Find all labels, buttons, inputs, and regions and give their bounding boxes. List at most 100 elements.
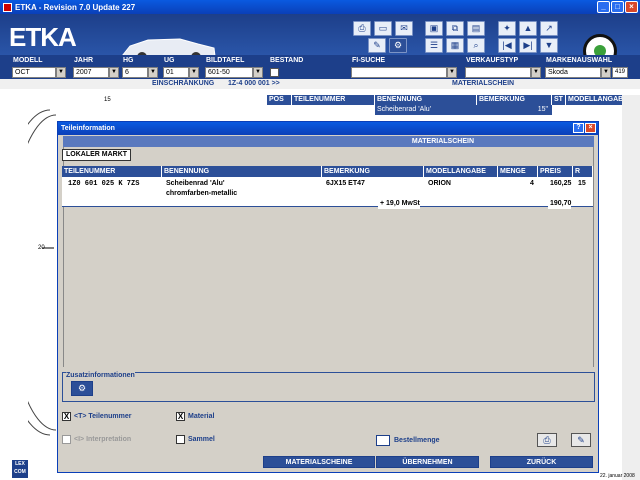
help-button[interactable]: ? [573, 123, 584, 133]
zusatz-label: Zusatzinformationen [66, 372, 135, 379]
modell-select[interactable]: OCT [12, 67, 56, 78]
side-panel [622, 95, 640, 480]
jahr-select[interactable]: 2007 [73, 67, 109, 78]
print-icon[interactable]: ⎙ [537, 433, 557, 447]
checkbox[interactable] [176, 435, 185, 444]
cell-r: 15 [576, 179, 586, 189]
cell-bemerkung: 6JX15 ET47 [324, 179, 365, 189]
maximize-button[interactable]: □ [611, 1, 624, 13]
bestand-label: BESTAND [270, 57, 304, 64]
print-icon[interactable]: ⎙ [353, 21, 371, 36]
chevron-down-icon[interactable]: ▼ [189, 67, 199, 78]
chevron-down-icon[interactable]: ▼ [253, 67, 263, 78]
hg-label: HG [123, 57, 134, 64]
jahr-label: JAHR [74, 57, 94, 64]
range-label[interactable]: 1Z-4 000 001 >> [228, 80, 280, 87]
diagram-label-top: 15 [104, 97, 111, 103]
arrow-up-right-icon[interactable]: ↗ [540, 21, 558, 36]
list-icon[interactable]: ☰ [425, 38, 443, 53]
pc-icon[interactable]: ▣ [425, 21, 443, 36]
verkaufstyp-select[interactable] [465, 67, 531, 78]
chevron-down-icon[interactable]: ▼ [56, 67, 66, 78]
col-modellangabe: MODELLANGABE [566, 95, 628, 105]
first-icon[interactable]: |◀ [498, 38, 516, 53]
col-bemerkung: BEMERKUNG [322, 166, 424, 177]
server-icon[interactable]: ▤ [467, 21, 485, 36]
search-icon[interactable]: ⌕ [467, 38, 485, 53]
interpretation-checkbox[interactable]: <I> Interpretation [62, 435, 131, 444]
material-checkbox[interactable]: X Material [176, 412, 214, 421]
ug-label: UG [164, 57, 175, 64]
last-icon[interactable]: ▶| [519, 38, 537, 53]
dialog-title: Teileinformation ? × [58, 122, 598, 135]
cell-teilenummer: 1Z0 601 025 K 7ZS [66, 179, 140, 189]
bildtafel-select[interactable]: 601-50 [205, 67, 253, 78]
teilenummer-checkbox[interactable]: X <T> Teilenummer [62, 412, 131, 421]
marken-count: 419 [612, 67, 628, 78]
materialschein-bar: MATERIALSCHEIN [63, 136, 594, 147]
col-benennung: BENENNUNG [375, 95, 477, 105]
cell-benennung: Scheibenrad 'Alu' [164, 179, 225, 189]
bestellmenge[interactable]: Bestellmenge [376, 435, 440, 446]
app-icon [3, 2, 12, 12]
diagram-label-left: 20 [38, 245, 45, 251]
date-label: 22. januar 2008 [600, 473, 635, 479]
materialschein-label: MATERIALSCHEIN [452, 80, 515, 87]
lexcom-logo: LEX COM [12, 460, 28, 478]
checkbox[interactable] [62, 435, 71, 444]
cell-modellangabe: ORION [426, 179, 451, 189]
sammel-checkbox[interactable]: Sammel [176, 435, 215, 444]
window-icon[interactable]: ▭ [374, 21, 392, 36]
wheel-icon[interactable]: ⚙ [71, 381, 93, 396]
ug-select[interactable]: 01 [163, 67, 189, 78]
col-teilenummer: TEILENUMMER [62, 166, 162, 177]
arrow-up-icon[interactable]: ▲ [519, 21, 537, 36]
fisuche-select[interactable] [351, 67, 447, 78]
pin-icon[interactable]: ✦ [498, 21, 516, 36]
table-row[interactable]: Scheibenrad 'Alu' 15" [375, 105, 552, 115]
dialog-close-button[interactable]: × [585, 123, 596, 133]
checkbox-label: Sammel [188, 436, 215, 443]
modell-label: MODELL [13, 57, 43, 64]
markenauswahl-select[interactable]: Skoda [545, 67, 601, 78]
markenauswahl-label: MARKENAUSWAHL [546, 57, 613, 64]
fisuche-label: FI-SUCHE [352, 57, 386, 64]
einschraenkung-label: EINSCHRÄNKUNG [152, 80, 215, 87]
chevron-down-icon[interactable]: ▼ [601, 67, 611, 78]
window-title: ETKA - Revision 7.0 Update 227 [15, 2, 136, 12]
col-benennung: BENENNUNG [162, 166, 322, 177]
notepad-icon[interactable]: ✎ [571, 433, 591, 447]
checkbox-label: Material [188, 413, 215, 420]
col-st: ST [552, 95, 566, 105]
wheel-icon[interactable]: ⚙ [389, 38, 407, 53]
chevron-down-icon[interactable]: ▼ [148, 67, 158, 78]
hg-select[interactable]: 6 [122, 67, 148, 78]
close-button[interactable]: × [625, 1, 638, 13]
catalog-icon[interactable]: ▦ [446, 38, 464, 53]
verkaufstyp-label: VERKAUFSTYP [466, 57, 519, 64]
materialscheine-button[interactable]: MATERIALSCHEINE [263, 456, 375, 468]
info-row: EINSCHRÄNKUNG 1Z-4 000 001 >> MATERIALSC… [0, 79, 640, 89]
chevron-down-icon[interactable]: ▼ [447, 67, 457, 78]
mwst-value: 190,70 [548, 199, 572, 209]
zurueck-button[interactable]: ZURÜCK [490, 456, 593, 468]
edit-icon[interactable]: ✎ [368, 38, 386, 53]
teileinformation-dialog: Teileinformation ? × MATERIALSCHEIN LOKA… [57, 121, 599, 473]
dialog-title-text: Teileinformation [61, 125, 115, 132]
col-teilenummer: TEILENUMMER [292, 95, 375, 105]
checkbox[interactable]: X [62, 412, 71, 421]
chevron-down-icon[interactable]: ▼ [109, 67, 119, 78]
down-icon[interactable]: ▼ [540, 38, 558, 53]
col-r: R [573, 166, 593, 177]
bestand-checkbox[interactable] [270, 68, 279, 77]
network-icon[interactable]: ⧉ [446, 21, 464, 36]
chevron-down-icon[interactable]: ▼ [531, 67, 541, 78]
row-st: 15" [537, 106, 548, 113]
minimize-button[interactable]: _ [597, 1, 610, 13]
lokaler-markt-button[interactable]: LOKALER MARKT [62, 149, 132, 161]
checkbox[interactable]: X [176, 412, 185, 421]
cell-preis: 160,25 [548, 179, 572, 189]
bestellmenge-label: Bestellmenge [394, 437, 440, 444]
uebernehmen-button[interactable]: ÜBERNEHMEN [376, 456, 479, 468]
mail-icon[interactable]: ✉ [395, 21, 413, 36]
